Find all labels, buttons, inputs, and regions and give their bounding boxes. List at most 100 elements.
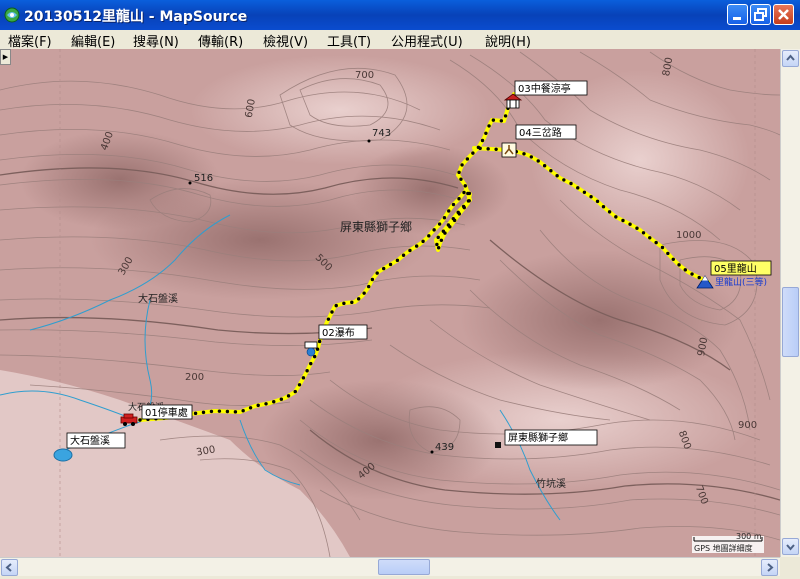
waypoint-label-05[interactable]: 05里龍山 — [714, 262, 757, 275]
menu-transfer[interactable]: 傳輸(R) — [198, 31, 243, 50]
track-point — [491, 118, 496, 122]
track-point — [367, 284, 371, 289]
scroll-right-button[interactable] — [761, 559, 778, 576]
track-point — [576, 186, 580, 190]
menu-utilities[interactable]: 公用程式(U) — [391, 31, 463, 50]
track-point — [463, 184, 467, 188]
track-point — [635, 226, 639, 230]
track-point — [217, 409, 222, 413]
arrow-right-icon — [767, 563, 774, 572]
track-point — [487, 124, 491, 128]
waypoint-label-02[interactable]: 02瀑布 — [322, 327, 355, 339]
track-point — [293, 389, 297, 394]
track-point — [555, 174, 559, 178]
menu-file[interactable]: 檔案(F) — [8, 31, 52, 50]
vertical-scrollbar[interactable] — [780, 49, 800, 557]
track-point — [233, 410, 238, 414]
track-point — [264, 402, 268, 406]
track-point — [601, 205, 606, 209]
scale-detail-label: GPS 地圖詳細度 — [694, 543, 753, 553]
track-point — [441, 229, 446, 233]
track-point — [562, 178, 566, 182]
track-point — [305, 369, 309, 373]
panel-expand-arrow[interactable]: ▶ — [0, 49, 11, 65]
track-point — [494, 147, 498, 152]
mapsource-app-icon[interactable] — [4, 7, 20, 23]
track-point — [480, 138, 485, 143]
track-point — [201, 410, 206, 415]
track-point — [279, 397, 284, 401]
track-point — [456, 210, 460, 215]
hill-highlight — [530, 70, 750, 250]
track-point — [356, 297, 361, 301]
scrollbar-corner — [780, 557, 800, 576]
track-point — [350, 300, 354, 305]
waypoint-label-04[interactable]: 04三岔路 — [519, 126, 562, 139]
track-point — [683, 268, 687, 272]
track-point — [478, 146, 482, 151]
track-point — [465, 157, 470, 161]
menu-tools[interactable]: 工具(T) — [327, 31, 371, 50]
track-point — [342, 301, 346, 306]
track-point — [595, 199, 600, 204]
track-point — [435, 242, 439, 247]
track-point — [375, 271, 379, 275]
track-point — [522, 152, 526, 156]
horizontal-scroll-thumb[interactable] — [378, 559, 430, 575]
scroll-up-button[interactable] — [782, 50, 799, 67]
track-point — [628, 222, 632, 226]
track-point — [272, 400, 276, 404]
track-point — [241, 409, 245, 413]
close-button[interactable] — [773, 4, 794, 25]
contour-label: 900 — [738, 420, 757, 431]
junction-icon[interactable] — [501, 142, 517, 158]
spot-height-marker — [430, 450, 434, 454]
track-point — [256, 403, 260, 408]
track-point — [362, 291, 366, 295]
scroll-left-button[interactable] — [1, 559, 18, 576]
track-point — [648, 236, 652, 240]
minimize-button[interactable] — [727, 4, 748, 25]
track-point — [549, 169, 553, 173]
scroll-down-button[interactable] — [782, 538, 799, 555]
track-point — [436, 235, 440, 240]
track-point — [542, 164, 547, 168]
track-point — [697, 275, 701, 280]
spot-height-marker — [367, 139, 371, 143]
track-point — [471, 151, 475, 155]
menu-edit[interactable]: 編輯(E) — [71, 31, 115, 50]
track-point — [462, 190, 466, 195]
vertical-scroll-thumb[interactable] — [782, 287, 799, 357]
track-point — [503, 114, 508, 118]
track-point — [370, 277, 375, 282]
stream-label: 竹坑溪 — [536, 477, 566, 490]
track-point — [466, 191, 470, 196]
menu-view[interactable]: 檢視(V) — [263, 31, 308, 50]
contour-label: 200 — [185, 372, 204, 383]
track-point — [388, 262, 393, 267]
horizontal-scrollbar[interactable] — [0, 557, 780, 576]
track-point — [421, 239, 425, 244]
track-point — [408, 248, 412, 253]
track-point — [607, 210, 612, 214]
spot-height-label: 516 — [194, 173, 213, 184]
maximize-button[interactable] — [750, 4, 771, 25]
spot-height-label: 743 — [372, 128, 391, 139]
menu-help[interactable]: 說明(H) — [485, 31, 531, 50]
track-point — [138, 418, 142, 422]
menu-search[interactable]: 搜尋(N) — [133, 31, 179, 50]
track-point — [589, 195, 593, 199]
waypoint-label-03[interactable]: 03中餐涼亭 — [518, 82, 571, 95]
track-point — [457, 197, 461, 201]
track-point — [499, 119, 504, 123]
track-point — [457, 170, 461, 175]
waypoint-label-01[interactable]: 01停車處 — [145, 406, 188, 419]
topo-map[interactable]: 700 600 400 800 300 500 200 300 400 1000… — [0, 49, 780, 557]
track-point — [484, 131, 488, 135]
township-label: 屏東縣獅子鄉 — [340, 220, 412, 234]
window-title: 20130512里龍山 - MapSource — [24, 9, 248, 25]
track-point — [447, 209, 451, 213]
contour-label: 1000 — [676, 230, 701, 241]
map-view[interactable]: 700 600 400 800 300 500 200 300 400 1000… — [0, 49, 780, 557]
hill-shadow — [460, 250, 740, 390]
